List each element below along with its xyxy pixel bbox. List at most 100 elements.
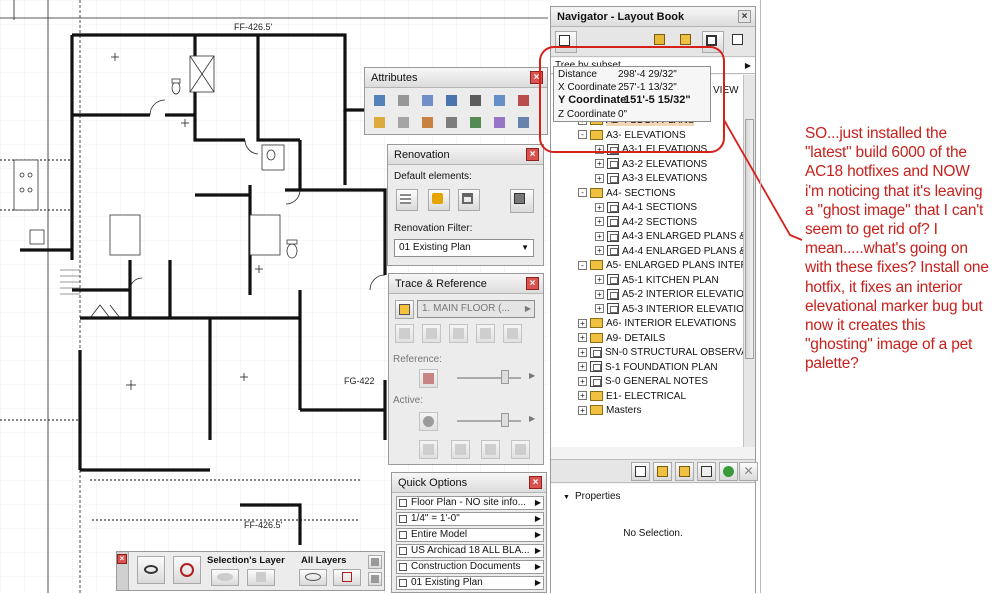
surfaces-button[interactable] xyxy=(419,114,438,133)
close-icon[interactable]: × xyxy=(738,10,751,23)
scale-select[interactable]: 1/4" = 1'-0" ▶ xyxy=(396,512,544,526)
navigator-menu-button[interactable] xyxy=(555,31,577,53)
operation-profiles-button[interactable] xyxy=(467,114,486,133)
tree-item[interactable]: + A4-2 SECTIONS xyxy=(595,216,697,230)
profiles-button[interactable] xyxy=(467,92,486,111)
tree-item[interactable]: + A3-3 ELEVATIONS xyxy=(595,172,707,186)
renovation-filter-quick-select[interactable]: 01 Existing Plan ▶ xyxy=(396,576,544,590)
building-materials-button[interactable] xyxy=(395,114,414,133)
pen-set-select[interactable]: US Archicad 18 ALL BLA... ▶ xyxy=(396,544,544,558)
layout-tree[interactable]: VIEW +A0-2 SITE PLAN+A1-0 SITE PLAN+A2- … xyxy=(551,75,745,447)
pens-button[interactable] xyxy=(419,92,438,111)
lock-button[interactable] xyxy=(173,556,201,584)
properties-header[interactable]: ▼ Properties xyxy=(563,491,621,502)
expand-icon[interactable]: + xyxy=(578,318,587,328)
tree-item[interactable]: + Masters xyxy=(578,404,642,418)
renovation-button[interactable] xyxy=(515,114,534,133)
active-opacity-slider[interactable] xyxy=(457,420,521,422)
dimension-select[interactable]: Construction Documents ▶ xyxy=(396,560,544,574)
expand-icon[interactable]: + xyxy=(595,231,604,241)
expand-icon[interactable]: + xyxy=(578,405,587,415)
chevron-right-icon[interactable]: ▶ xyxy=(529,371,535,380)
tree-item[interactable]: + A9- DETAILS xyxy=(578,332,665,346)
tree-item[interactable]: + A3-1 ELEVATIONS xyxy=(595,143,707,157)
tree-scrollbar[interactable] xyxy=(743,75,755,447)
new-layout-button[interactable] xyxy=(631,462,650,481)
expand-icon[interactable]: + xyxy=(595,246,604,256)
reference-opacity-slider[interactable] xyxy=(457,377,521,379)
fill-types-button[interactable] xyxy=(395,92,414,111)
trace-swap-button[interactable] xyxy=(503,324,522,343)
trace-hand-button[interactable] xyxy=(419,440,438,459)
settings-button[interactable] xyxy=(697,462,716,481)
close-icon[interactable]: × xyxy=(530,71,543,84)
zones-button[interactable] xyxy=(443,114,462,133)
mep-button[interactable] xyxy=(491,114,510,133)
layer-settings-button[interactable] xyxy=(368,572,382,586)
renovation-filter-select[interactable]: 01 Existing Plan ▼ xyxy=(394,239,534,257)
new-folder-button[interactable] xyxy=(653,462,672,481)
active-color-button[interactable] xyxy=(419,412,438,431)
expand-icon[interactable]: + xyxy=(595,289,604,299)
quick-options-title-bar[interactable]: Quick Options × xyxy=(392,473,546,493)
expand-icon[interactable]: + xyxy=(595,173,604,183)
close-icon[interactable]: × xyxy=(529,476,542,489)
renovation-settings-button[interactable] xyxy=(510,189,534,213)
expand-icon[interactable]: + xyxy=(595,202,604,212)
collapse-icon[interactable]: - xyxy=(578,260,587,270)
renovation-demolish-button[interactable] xyxy=(428,189,450,211)
close-icon[interactable]: × xyxy=(526,148,539,161)
expand-icon[interactable]: + xyxy=(578,333,587,343)
slider-handle[interactable] xyxy=(501,413,509,427)
tree-item[interactable]: - A3- ELEVATIONS xyxy=(578,129,686,143)
trace-mirror-button[interactable] xyxy=(449,324,468,343)
tree-item[interactable]: + A5-2 INTERIOR ELEVATIO xyxy=(595,288,744,302)
trace-rotate-button[interactable] xyxy=(422,324,441,343)
layer-settings-button[interactable] xyxy=(368,555,382,569)
scrollbar-thumb[interactable] xyxy=(745,119,754,359)
chevron-right-icon[interactable]: ▶ xyxy=(529,414,535,423)
publisher-sets-button[interactable] xyxy=(729,31,751,53)
delete-button[interactable]: ✕ xyxy=(739,462,758,481)
markup-button[interactable] xyxy=(371,114,390,133)
navigator-title-bar[interactable]: Navigator - Layout Book × xyxy=(551,7,755,27)
expand-icon[interactable]: + xyxy=(595,144,604,154)
tree-item[interactable]: + A5-3 INTERIOR ELEVATIO xyxy=(595,303,744,317)
tree-item[interactable]: + S-0 GENERAL NOTES xyxy=(578,375,708,389)
slider-handle[interactable] xyxy=(501,370,509,384)
trace-title-bar[interactable]: Trace & Reference × xyxy=(389,274,543,294)
expand-icon[interactable]: + xyxy=(578,391,587,401)
selection-layer-hide-button[interactable] xyxy=(211,569,239,586)
new-master-button[interactable] xyxy=(675,462,694,481)
model-view-options-select[interactable]: Floor Plan - NO site info... ▶ xyxy=(396,496,544,510)
expand-icon[interactable]: + xyxy=(578,362,587,372)
expand-icon[interactable]: + xyxy=(595,275,604,285)
trace-reset-button[interactable] xyxy=(476,324,495,343)
trace-overlap-button[interactable] xyxy=(451,440,470,459)
tree-item[interactable]: + A4-4 ENLARGED PLANS & xyxy=(595,245,745,259)
expand-icon[interactable]: + xyxy=(578,347,587,357)
view-map-button[interactable] xyxy=(677,31,699,53)
expand-icon[interactable]: + xyxy=(595,159,604,169)
pen-sets-button[interactable] xyxy=(491,92,510,111)
reference-source-select[interactable]: 1. MAIN FLOOR (... ▶ xyxy=(417,300,535,318)
collapse-icon[interactable]: - xyxy=(578,130,587,140)
all-layers-show-button[interactable] xyxy=(299,569,327,586)
show-hide-button[interactable] xyxy=(137,556,165,584)
trace-split-button[interactable] xyxy=(511,440,530,459)
layer-combination-select[interactable]: Entire Model ▶ xyxy=(396,528,544,542)
close-icon[interactable]: × xyxy=(526,277,539,290)
tree-item[interactable]: + SN-0 STRUCTURAL OBSERVAT xyxy=(578,346,745,360)
line-types-button[interactable] xyxy=(371,92,390,111)
expand-icon[interactable]: + xyxy=(595,217,604,227)
tree-item[interactable]: + A4-3 ENLARGED PLANS & xyxy=(595,230,745,244)
selection-layer-lock-button[interactable] xyxy=(247,569,275,586)
expand-icon[interactable]: + xyxy=(595,304,604,314)
trace-compare-button[interactable] xyxy=(481,440,500,459)
renovation-new-button[interactable] xyxy=(458,189,480,211)
tree-item[interactable]: + A6- INTERIOR ELEVATIONS xyxy=(578,317,736,331)
toolbar-grip[interactable]: × xyxy=(117,552,129,590)
attributes-title-bar[interactable]: Attributes × xyxy=(365,68,547,88)
close-icon[interactable]: × xyxy=(117,554,127,564)
tree-item[interactable]: + A5-1 KITCHEN PLAN xyxy=(595,274,719,288)
